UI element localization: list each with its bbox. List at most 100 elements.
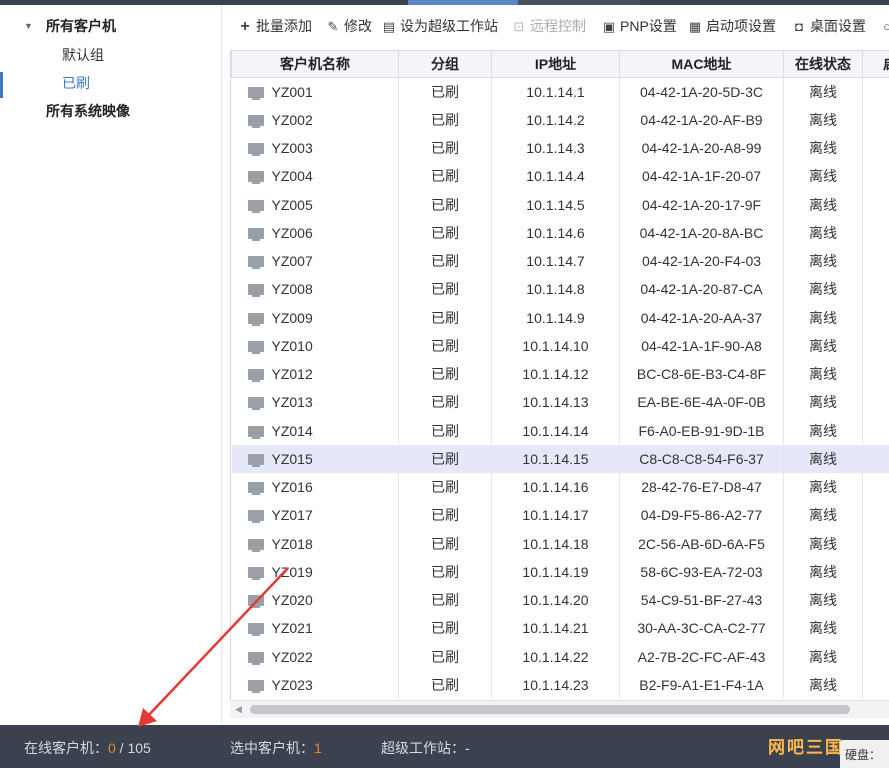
column-header-boot[interactable]: 启动 <box>862 50 889 78</box>
cell-mac: 04-42-1A-20-5D-3C <box>619 77 784 106</box>
table-row[interactable]: YZ022 已刷 10.1.14.22 A2-7B-2C-FC-AF-43 离线 <box>231 642 889 671</box>
cell-boot <box>862 642 889 671</box>
cell-ip: 10.1.14.13 <box>491 388 620 417</box>
cell-status: 离线 <box>783 642 863 671</box>
tree-node-default-group[interactable]: 默认组 <box>62 42 104 68</box>
cell-boot <box>862 501 889 530</box>
cell-status: 离线 <box>783 388 863 417</box>
cell-client-name: YZ017 <box>231 501 399 530</box>
table-row[interactable]: YZ004 已刷 10.1.14.4 04-42-1A-1F-20-07 离线 <box>231 162 889 191</box>
table-row[interactable]: YZ020 已刷 10.1.14.20 54-C9-51-BF-27-43 离线 <box>231 586 889 615</box>
cell-group: 已刷 <box>398 388 492 417</box>
cell-ip: 10.1.14.3 <box>491 134 620 163</box>
table-row[interactable]: YZ007 已刷 10.1.14.7 04-42-1A-20-F4-03 离线 <box>231 247 889 276</box>
tree-node-all-images[interactable]: 所有系统映像 <box>46 98 130 124</box>
more-toolbar-button[interactable]: ○ <box>880 12 889 40</box>
cell-mac: 04-D9-F5-86-A2-77 <box>619 501 784 530</box>
table-row[interactable]: YZ018 已刷 10.1.14.18 2C-56-AB-6D-6A-F5 离线 <box>231 529 889 558</box>
cell-group: 已刷 <box>398 247 492 276</box>
tree-node-flashed-group[interactable]: 已刷 <box>62 70 90 96</box>
table-row[interactable]: YZ015 已刷 10.1.14.15 C8-C8-C8-54-F6-37 离线 <box>231 444 889 473</box>
table-row[interactable]: YZ017 已刷 10.1.14.17 04-D9-F5-86-A2-77 离线 <box>231 501 889 530</box>
batch-add-button[interactable]: + 批量添加 <box>238 12 312 40</box>
cell-status: 离线 <box>783 247 863 276</box>
table-row[interactable]: YZ010 已刷 10.1.14.10 04-42-1A-1F-90-A8 离线 <box>231 331 889 360</box>
client-name-text: YZ003 <box>271 140 313 157</box>
monitor-icon <box>247 227 264 241</box>
client-name-text: YZ016 <box>271 479 313 496</box>
cell-ip: 10.1.14.21 <box>491 614 620 643</box>
column-header-mac[interactable]: MAC地址 <box>619 50 784 78</box>
remote-control-button[interactable]: ⊡ 远程控制 <box>512 12 586 40</box>
monitor-icon <box>247 284 264 298</box>
batch-add-label: 批量添加 <box>256 18 312 34</box>
monitor-icon <box>247 114 264 128</box>
monitor-icon <box>247 566 264 580</box>
monitor-icon <box>247 86 264 100</box>
cell-status: 离线 <box>783 77 863 106</box>
super-workstation-status: 超级工作站：- <box>381 738 470 758</box>
disk-tooltip: 硬盘： <box>840 740 889 768</box>
modify-button[interactable]: ✎ 修改 <box>326 12 372 40</box>
column-header-group[interactable]: 分组 <box>398 50 492 78</box>
table-row[interactable]: YZ001 已刷 10.1.14.1 04-42-1A-20-5D-3C 离线 <box>231 77 889 106</box>
cell-boot <box>862 557 889 586</box>
monitor-icon <box>247 425 264 439</box>
cell-mac: 04-42-1A-20-F4-03 <box>619 247 784 276</box>
selected-clients-status: 选中客户机：1 <box>230 738 322 758</box>
table-row[interactable]: YZ002 已刷 10.1.14.2 04-42-1A-20-AF-B9 离线 <box>231 105 889 134</box>
table-row[interactable]: YZ009 已刷 10.1.14.9 04-42-1A-20-AA-37 离线 <box>231 303 889 332</box>
scrollbar-thumb[interactable] <box>250 705 850 714</box>
column-header-status[interactable]: 在线状态 <box>783 50 863 78</box>
cell-ip: 10.1.14.10 <box>491 331 620 360</box>
monitor-icon <box>247 143 264 157</box>
tree-collapse-icon[interactable]: ▼ <box>24 13 33 39</box>
cell-boot <box>862 303 889 332</box>
boot-icon: ▦ <box>688 19 702 34</box>
monitor-icon <box>247 397 264 411</box>
horizontal-scrollbar[interactable]: ◀ <box>230 700 889 718</box>
cell-client-name: YZ013 <box>231 388 399 417</box>
table-row[interactable]: YZ021 已刷 10.1.14.21 30-AA-3C-CA-C2-77 离线 <box>231 614 889 643</box>
table-row[interactable]: YZ005 已刷 10.1.14.5 04-42-1A-20-17-9F 离线 <box>231 190 889 219</box>
scroll-left-icon[interactable]: ◀ <box>235 704 242 715</box>
cell-status: 离线 <box>783 557 863 586</box>
top-strip-tab[interactable] <box>518 0 640 5</box>
cell-status: 离线 <box>783 134 863 163</box>
cell-mac: F6-A0-EB-91-9D-1B <box>619 416 784 445</box>
table-row[interactable]: YZ008 已刷 10.1.14.8 04-42-1A-20-87-CA 离线 <box>231 275 889 304</box>
pnp-settings-button[interactable]: ▣ PNP设置 <box>602 12 677 40</box>
cell-mac: BC-C8-6E-B3-C4-8F <box>619 360 784 389</box>
cell-status: 离线 <box>783 586 863 615</box>
desktop-icon: ◘ <box>795 19 803 34</box>
table-row[interactable]: YZ013 已刷 10.1.14.13 EA-BE-6E-4A-0F-0B 离线 <box>231 388 889 417</box>
column-header-ip[interactable]: IP地址 <box>491 50 620 78</box>
cell-mac: 30-AA-3C-CA-C2-77 <box>619 614 784 643</box>
table-row[interactable]: YZ006 已刷 10.1.14.6 04-42-1A-20-8A-BC 离线 <box>231 218 889 247</box>
client-name-text: YZ023 <box>271 676 313 693</box>
top-strip-active-tab[interactable] <box>408 0 518 5</box>
cell-mac: 04-42-1A-20-AA-37 <box>619 303 784 332</box>
cell-status: 离线 <box>783 529 863 558</box>
table-row[interactable]: YZ003 已刷 10.1.14.3 04-42-1A-20-A8-99 离线 <box>231 134 889 163</box>
online-clients-label: 在线客户机： <box>24 740 108 756</box>
online-clients-status: 在线客户机：0 / 105 <box>24 738 151 758</box>
desktop-settings-button[interactable]: ◘ 桌面设置 <box>792 12 866 40</box>
table-row[interactable]: YZ012 已刷 10.1.14.12 BC-C8-6E-B3-C4-8F 离线 <box>231 360 889 389</box>
table-row[interactable]: YZ016 已刷 10.1.14.16 28-42-76-E7-D8-47 离线 <box>231 473 889 502</box>
cell-status: 离线 <box>783 473 863 502</box>
cell-mac: 04-42-1A-20-87-CA <box>619 275 784 304</box>
cell-ip: 10.1.14.4 <box>491 162 620 191</box>
remote-control-label: 远程控制 <box>530 18 586 34</box>
column-header-name[interactable]: 客户机名称 <box>231 50 399 78</box>
cell-boot <box>862 473 889 502</box>
table-row[interactable]: YZ023 已刷 10.1.14.23 B2-F9-A1-E1-F4-1A 离线 <box>231 670 889 699</box>
boot-items-settings-button[interactable]: ▦ 启动项设置 <box>688 12 776 40</box>
client-name-text: YZ014 <box>271 422 313 439</box>
super-workstation-value: - <box>465 740 470 756</box>
cell-ip: 10.1.14.18 <box>491 529 620 558</box>
set-super-workstation-button[interactable]: ▤ 设为超级工作站 <box>382 12 498 40</box>
table-row[interactable]: YZ019 已刷 10.1.14.19 58-6C-93-EA-72-03 离线 <box>231 557 889 586</box>
table-row[interactable]: YZ014 已刷 10.1.14.14 F6-A0-EB-91-9D-1B 离线 <box>231 416 889 445</box>
cell-group: 已刷 <box>398 557 492 586</box>
